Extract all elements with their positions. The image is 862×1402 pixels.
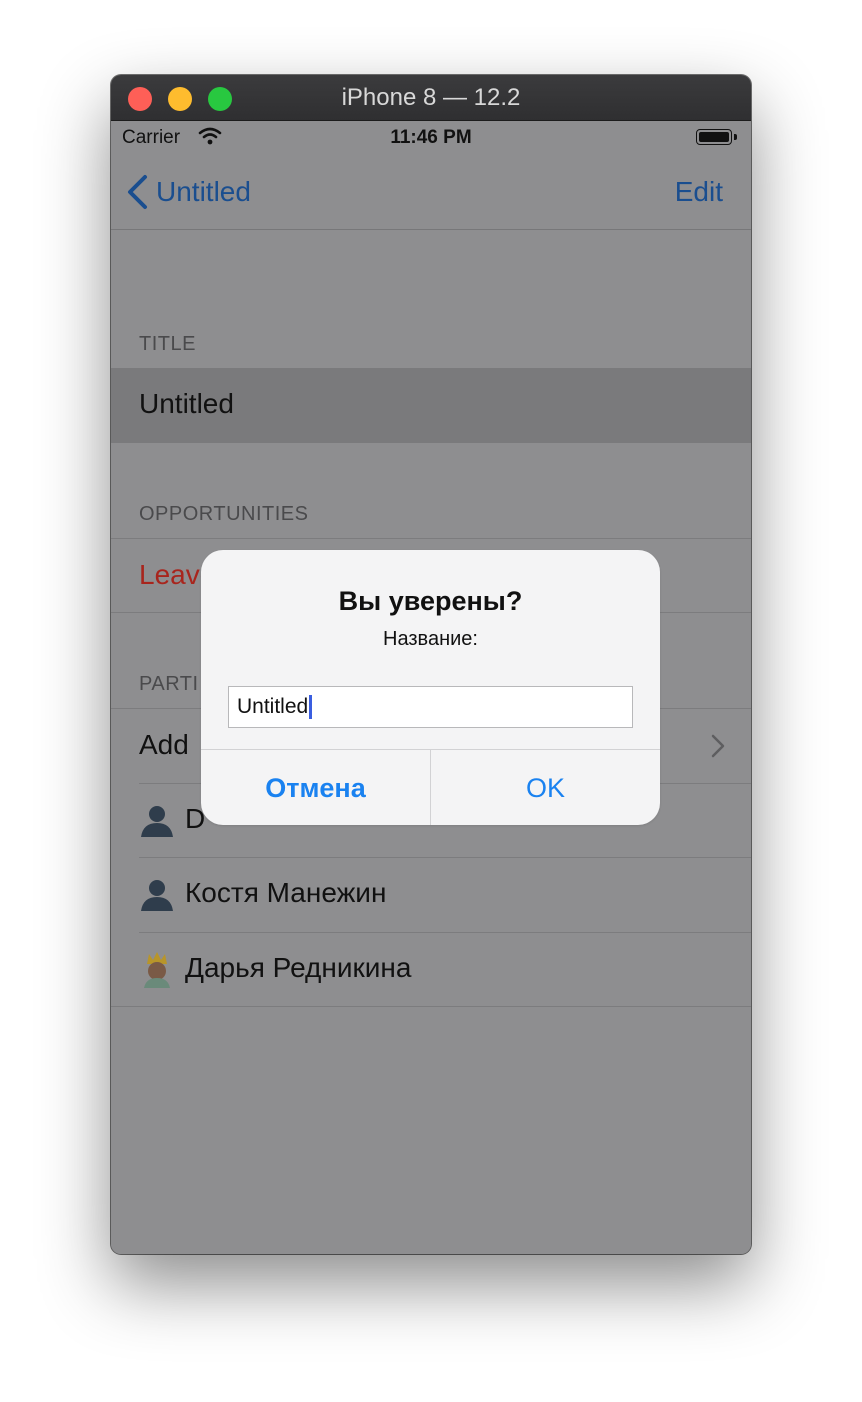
status-time: 11:46 PM (390, 127, 472, 148)
participant-name: Дарья Редникина (185, 952, 412, 983)
back-chevron-icon[interactable] (125, 173, 149, 211)
text-caret (309, 695, 313, 720)
participant-row[interactable]: Дарья Редникина (111, 932, 751, 1007)
battery-icon (696, 129, 732, 145)
navigation-bar: Untitled Edit (111, 161, 751, 230)
cancel-button[interactable]: Отмена (201, 750, 431, 825)
simulator-window: iPhone 8 — 12.2 Carrier 11:46 PM Untitle… (111, 75, 751, 1254)
person-icon (141, 880, 173, 911)
window-titlebar: iPhone 8 — 12.2 (111, 75, 751, 121)
participant-row[interactable]: Костя Манежин (111, 857, 751, 931)
alert-dialog: Вы уверены? Название: Untitled Отмена OK (201, 550, 660, 825)
section-header-participants: PARTI (139, 673, 199, 695)
title-row[interactable]: Untitled (111, 368, 751, 443)
battery-tip (734, 134, 737, 140)
person-icon (141, 806, 173, 837)
back-button[interactable]: Untitled (156, 176, 251, 208)
crowned-person-icon (144, 952, 170, 988)
participant-name: Костя Манежин (185, 877, 387, 908)
section-header-opportunities: OPPORTUNITIES (139, 503, 309, 525)
window-title: iPhone 8 — 12.2 (341, 84, 521, 111)
edit-button[interactable]: Edit (675, 176, 723, 208)
chevron-right-icon (711, 734, 725, 758)
ok-button[interactable]: OK (431, 750, 660, 825)
alert-text-field-value: Untitled (237, 695, 309, 718)
alert-title: Вы уверены? (338, 586, 523, 616)
alert-text-field[interactable]: Untitled (228, 686, 633, 728)
alert-actions: Отмена OK (201, 749, 660, 825)
section-header-title: TITLE (139, 333, 196, 355)
device-screen: Carrier 11:46 PM Untitled Edit TITLE Unt… (111, 121, 751, 1254)
status-bar: Carrier 11:46 PM (111, 121, 751, 161)
add-participant-label: Add (139, 729, 189, 760)
alert-message: Название: (383, 628, 478, 650)
chat-title-value: Untitled (139, 388, 234, 419)
